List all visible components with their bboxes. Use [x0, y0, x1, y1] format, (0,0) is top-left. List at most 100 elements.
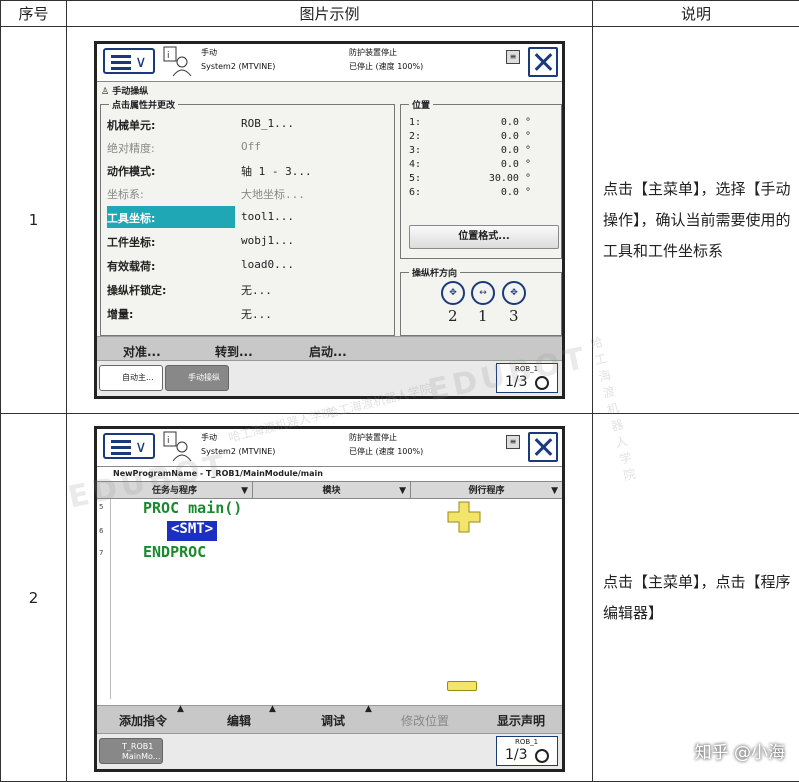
task-jog[interactable]: 手动操纵	[165, 365, 229, 391]
row-number: 1	[1, 27, 67, 414]
prop-label[interactable]: 工具坐标:	[107, 210, 155, 226]
chevron-down-icon: ∨	[135, 437, 147, 456]
menu-icon	[111, 440, 131, 454]
prop-label[interactable]: 机械单元:	[107, 117, 155, 133]
jog-tab-title: ♙ 手动操纵	[101, 84, 148, 97]
main-menu-button[interactable]: ∨	[103, 48, 155, 74]
prop-value[interactable]: 无...	[241, 282, 272, 298]
status-bar: ∨ i 手动 System2 (MTVINE) 防护装置停止 已停止 (速度 1…	[97, 44, 562, 82]
command-bar: 添加指令 编辑 调试 修改位置 显示声明 ▲ ▲ ▲	[97, 705, 562, 735]
edit-button[interactable]: 编辑	[227, 712, 251, 729]
prop-value[interactable]: tool1...	[241, 210, 294, 223]
prop-value[interactable]: wobj1...	[241, 234, 294, 247]
position-line: 1:0.0 °	[409, 117, 531, 128]
prop-value[interactable]: 无...	[241, 306, 272, 322]
row-description: 点击【主菜单】，选择【手动操作】，确认当前需要使用的工具和工件坐标系	[593, 27, 799, 414]
line-number: 7	[99, 549, 103, 557]
svg-text:i: i	[167, 51, 170, 61]
document-icon[interactable]: ≡	[506, 50, 520, 64]
status-system: System2 (MTVINE)	[201, 60, 275, 74]
joystick-number: 2	[448, 307, 458, 325]
menu-up-icon: ▲	[269, 704, 276, 714]
prop-label[interactable]: 有效载荷:	[107, 258, 155, 274]
joystick-number: 3	[509, 307, 519, 325]
table-row: 2 ∨ i 手动 System2 (MTVINE) 防护装置停止 已停止 (	[1, 414, 799, 782]
prop-label[interactable]: 动作模式:	[107, 163, 155, 179]
prop-label: 绝对精度:	[107, 140, 155, 156]
chevron-down-icon: ∨	[135, 52, 147, 71]
prop-value[interactable]: ROB_1...	[241, 117, 294, 130]
task-program-editor[interactable]: T_ROB1 MainMo...	[99, 738, 163, 764]
header-description: 说明	[593, 1, 799, 27]
zhihu-watermark: 知乎 @小海	[695, 738, 785, 763]
status-mode: 手动	[201, 431, 217, 445]
prop-value: 大地坐标...	[241, 186, 305, 202]
operator-icon[interactable]: i	[163, 46, 193, 78]
header-number: 序号	[1, 1, 67, 27]
align-button[interactable]: 对准...	[123, 343, 161, 360]
jog-screen: ∨ i 手动 System2 (MTVINE) 防护装置停止 已停止 (速度 1…	[94, 41, 565, 399]
joystick-group-title: 操纵杆方向	[409, 266, 460, 279]
line-number: 6	[99, 527, 103, 535]
taskbar: T_ROB1 MainMo... ROB_1 1/3	[97, 733, 562, 769]
position-line: 3:0.0 °	[409, 145, 531, 156]
smt-placeholder[interactable]: <SMT>	[167, 521, 217, 541]
menu-up-icon: ▲	[365, 704, 372, 714]
row-image-cell: ∨ i 手动 System2 (MTVINE) 防护装置停止 已停止 (速度 1…	[67, 414, 593, 782]
modify-position-button: 修改位置	[401, 712, 449, 729]
quickset-button[interactable]: ROB_1 1/3	[496, 736, 558, 766]
prop-value[interactable]: 轴 1 - 3...	[241, 163, 312, 179]
position-format-button[interactable]: 位置格式...	[409, 225, 559, 249]
row-number: 2	[1, 414, 67, 782]
status-guard: 防护装置停止	[349, 431, 397, 445]
svg-text:i: i	[167, 436, 170, 446]
speed-icon	[535, 749, 549, 763]
chevron-down-icon: ▼	[241, 482, 248, 500]
code-line[interactable]: PROC main()	[143, 499, 242, 517]
status-speed: 已停止 (速度 100%)	[349, 445, 423, 459]
close-button[interactable]	[528, 432, 558, 462]
status-mode: 手动	[201, 46, 217, 60]
task-auto[interactable]: 自动主...	[99, 365, 163, 391]
joystick-number: 1	[478, 307, 488, 325]
position-line: 4:0.0 °	[409, 159, 531, 170]
document-icon[interactable]: ≡	[506, 435, 520, 449]
position-group: 位置 1:0.0 ° 2:0.0 ° 3:0.0 ° 4:0.0 ° 5:30.…	[400, 104, 562, 259]
tab-routines[interactable]: 例行程序▼	[411, 482, 562, 500]
prop-label: 坐标系:	[107, 186, 144, 202]
prop-label[interactable]: 操纵杆锁定:	[107, 282, 166, 298]
row-image-cell: ∨ i 手动 System2 (MTVINE) 防护装置停止 已停止 (速度 1…	[67, 27, 593, 414]
debug-button[interactable]: 调试	[321, 712, 345, 729]
properties-group: 点击属性并更改 机械单元: ROB_1... 绝对精度: Off 动作模式: 轴…	[100, 104, 395, 336]
main-menu-button[interactable]: ∨	[103, 433, 155, 459]
prop-label[interactable]: 工件坐标:	[107, 234, 155, 250]
prop-value[interactable]: load0...	[241, 258, 294, 271]
code-line[interactable]: ENDPROC	[143, 543, 206, 561]
table-header-row: 序号 图片示例 说明	[1, 1, 799, 27]
prop-value: Off	[241, 140, 261, 153]
properties-group-title: 点击属性并更改	[109, 98, 178, 111]
close-button[interactable]	[528, 47, 558, 77]
zoom-out-icon[interactable]	[447, 681, 477, 691]
joystick-direction-icon: ✥	[502, 281, 526, 305]
header-image: 图片示例	[67, 1, 593, 27]
menu-up-icon: ▲	[177, 704, 184, 714]
menu-icon	[111, 55, 131, 69]
add-instruction-button[interactable]: 添加指令	[119, 712, 167, 729]
goto-button[interactable]: 转到...	[215, 343, 253, 360]
joystick-direction-icon: ✥	[441, 281, 465, 305]
chevron-down-icon: ▼	[551, 482, 558, 500]
position-line: 2:0.0 °	[409, 131, 531, 142]
zoom-in-icon[interactable]	[447, 501, 481, 533]
instruction-table: 序号 图片示例 说明 1 ∨ i 手动 System2 (MTVINE)	[0, 0, 799, 782]
tab-modules[interactable]: 模块▼	[253, 482, 411, 500]
code-area[interactable]: 5 6 7 PROC main() <SMT> ENDPROC	[97, 499, 562, 699]
prop-label[interactable]: 增量:	[107, 306, 133, 322]
show-declarations-button[interactable]: 显示声明	[497, 712, 545, 729]
joystick-group: 操纵杆方向 ✥ ↔ ✥ 2 1 3	[400, 272, 562, 336]
activate-button[interactable]: 启动...	[309, 343, 347, 360]
position-line: 5:30.00 °	[409, 173, 531, 184]
status-guard: 防护装置停止	[349, 46, 397, 60]
position-group-title: 位置	[409, 98, 433, 111]
status-speed: 已停止 (速度 100%)	[349, 60, 423, 74]
